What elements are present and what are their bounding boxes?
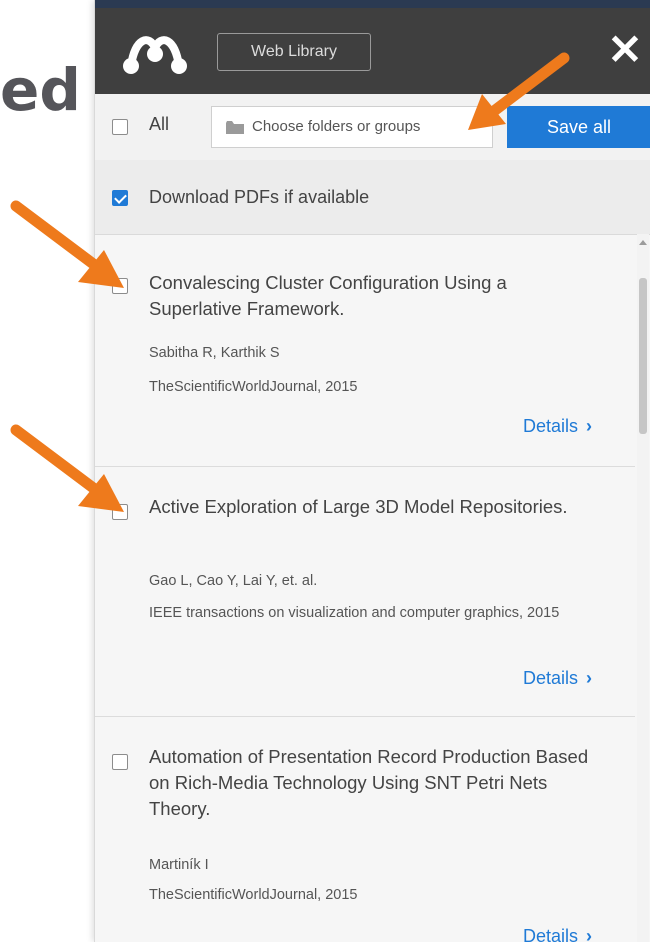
- result-journal: TheScientificWorldJournal, 2015: [149, 379, 358, 395]
- results-list: Convalescing Cluster Configuration Using…: [95, 234, 650, 942]
- result-authors: Gao L, Cao Y, Lai Y, et. al.: [149, 573, 318, 589]
- select-all-checkbox[interactable]: [112, 119, 128, 135]
- mendeley-logo-icon: [123, 36, 187, 74]
- scrollbar-thumb[interactable]: [639, 278, 647, 434]
- result-title[interactable]: Active Exploration of Large 3D Model Rep…: [149, 494, 589, 520]
- scroll-up-icon[interactable]: [639, 240, 647, 245]
- annotation-arrow-icon: [10, 424, 124, 512]
- select-all-label: All: [149, 114, 170, 134]
- download-pdfs-label: Download PDFs if available: [149, 187, 370, 207]
- details-link[interactable]: Details ›: [523, 416, 592, 437]
- header-top-border: [95, 0, 650, 8]
- folder-picker-placeholder: Choose folders or groups: [252, 118, 421, 135]
- details-link[interactable]: Details ›: [523, 668, 592, 689]
- results-scrollbar[interactable]: [637, 234, 649, 942]
- result-journal: IEEE transactions on visualization and c…: [149, 605, 560, 621]
- download-pdfs-option: Download PDFs if available: [95, 160, 650, 235]
- result-title[interactable]: Convalescing Cluster Configuration Using…: [149, 270, 589, 322]
- result-authors: Martiník I: [149, 857, 209, 873]
- result-authors: Sabitha R, Karthik S: [149, 345, 280, 361]
- list-item: Active Exploration of Large 3D Model Rep…: [95, 466, 635, 717]
- web-library-button[interactable]: Web Library: [217, 33, 371, 71]
- annotation-arrow-icon: [468, 52, 570, 130]
- details-label: Details: [523, 416, 579, 436]
- result-checkbox[interactable]: [112, 754, 128, 770]
- annotation-arrow-icon: [10, 200, 124, 288]
- folder-icon: [226, 121, 244, 134]
- chevron-right-icon: ›: [586, 668, 593, 688]
- details-link[interactable]: Details ›: [523, 926, 592, 942]
- list-item: Convalescing Cluster Configuration Using…: [95, 234, 635, 467]
- result-journal: TheScientificWorldJournal, 2015: [149, 887, 358, 903]
- list-item: Automation of Presentation Record Produc…: [95, 716, 635, 942]
- chevron-right-icon: ›: [586, 926, 593, 942]
- chevron-right-icon: ›: [586, 416, 593, 436]
- background-heading-fragment: ed: [0, 56, 81, 124]
- details-label: Details: [523, 926, 579, 942]
- result-title[interactable]: Automation of Presentation Record Produc…: [149, 744, 589, 822]
- mendeley-importer-panel: Web Library ✕ All Choose folders or grou…: [94, 0, 650, 942]
- close-icon[interactable]: ✕: [605, 29, 645, 71]
- details-label: Details: [523, 668, 579, 688]
- folder-picker[interactable]: Choose folders or groups: [211, 106, 493, 148]
